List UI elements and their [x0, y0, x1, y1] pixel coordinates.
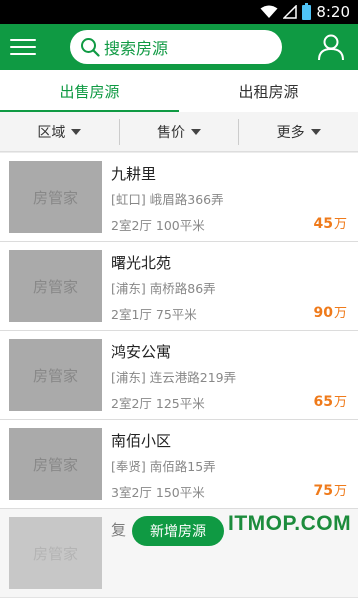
app-header: 搜索房源	[0, 24, 358, 70]
battery-icon	[302, 2, 312, 20]
listing-name: 复	[111, 521, 127, 539]
watermark: ITMOP.COM	[228, 512, 352, 535]
add-listing-button[interactable]: 新增房源	[132, 516, 224, 546]
listing-thumbnail: 房管家	[9, 250, 102, 322]
dropdown-arrow-icon	[310, 128, 321, 135]
status-bar: 8:20	[0, 0, 358, 24]
listing-spec: 2室2厅 100平米	[111, 218, 205, 233]
listing-address: [浦东] 连云港路219弄	[111, 370, 237, 385]
search-placeholder: 搜索房源	[104, 39, 169, 58]
listing-thumbnail: 房管家	[9, 517, 102, 589]
filter-area-label: 区域	[37, 124, 66, 141]
listing-thumbnail: 房管家	[9, 428, 102, 500]
listing-spec: 2室2厅 125平米	[111, 396, 205, 411]
listing-price: 65万	[313, 394, 348, 410]
listing-item[interactable]: 房管家 曙光北苑 [浦东] 南桥路86弄 2室1厅 75平米 90万	[0, 242, 358, 331]
listing-thumbnail: 房管家	[9, 339, 102, 411]
menu-icon[interactable]	[6, 30, 40, 64]
filter-bar: 区域 售价 更多	[0, 112, 358, 152]
listing-price: 90万	[313, 305, 348, 321]
listing-name: 九耕里	[111, 165, 157, 183]
search-input[interactable]: 搜索房源	[70, 30, 282, 64]
listing-tabs: 出售房源 出租房源	[0, 70, 358, 112]
listing-price: 45万	[313, 216, 348, 232]
filter-price[interactable]: 售价	[118, 118, 239, 145]
filter-more[interactable]: 更多	[238, 118, 358, 145]
dropdown-arrow-icon	[191, 128, 201, 135]
listing-name: 南佰小区	[111, 432, 172, 450]
listing-spec: 3室2厅 150平米	[111, 485, 205, 500]
tab-for-rent[interactable]: 出租房源	[179, 70, 358, 112]
listing-address: [虹口] 峨眉路366弄	[111, 192, 224, 207]
tab-for-sale[interactable]: 出售房源	[0, 70, 179, 112]
listing-name: 曙光北苑	[111, 254, 172, 272]
user-icon[interactable]	[316, 32, 346, 62]
status-time: 8:20	[316, 3, 350, 21]
listing-item[interactable]: 房管家 鸿安公寓 [浦东] 连云港路219弄 2室2厅 125平米 65万	[0, 331, 358, 420]
listing-item[interactable]: 房管家 九耕里 [虹口] 峨眉路366弄 2室2厅 100平米 45万	[0, 153, 358, 242]
listing-price: 75万	[313, 483, 348, 499]
signal-icon	[283, 5, 298, 19]
listing-address: [浦东] 南桥路86弄	[111, 281, 216, 296]
filter-more-label: 更多	[276, 124, 305, 141]
listing-name: 鸿安公寓	[111, 343, 172, 361]
listing-address: [奉贤] 南佰路15弄	[111, 459, 216, 474]
wifi-icon	[260, 5, 278, 18]
filter-price-label: 售价	[157, 124, 185, 141]
dropdown-arrow-icon	[71, 128, 82, 135]
listing-thumbnail: 房管家	[9, 161, 102, 233]
listing-item[interactable]: 房管家 南佰小区 [奉贤] 南佰路15弄 3室2厅 150平米 75万	[0, 420, 358, 509]
filter-area[interactable]: 区域	[0, 119, 119, 145]
listing-spec: 2室1厅 75平米	[111, 307, 197, 322]
search-icon	[81, 38, 100, 57]
